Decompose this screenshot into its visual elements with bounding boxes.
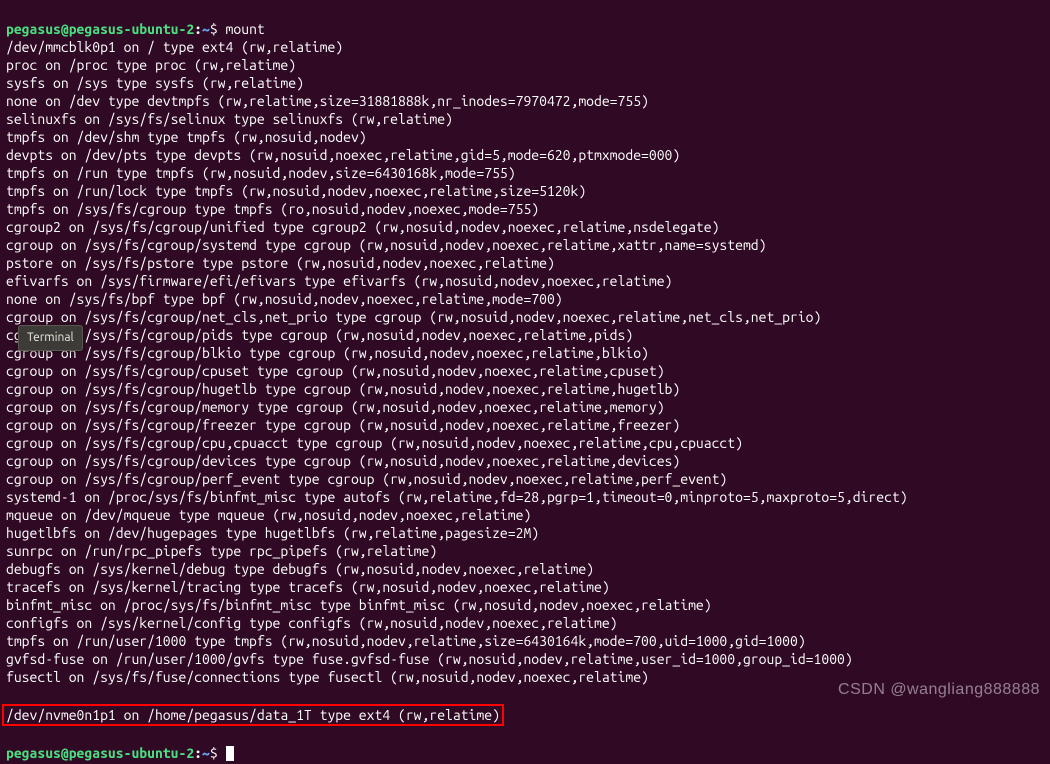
mount-line: proc on /proc type proc (rw,relatime) (6, 56, 1044, 74)
mount-line: cgroup on /sys/fs/cgroup/cpuset type cgr… (6, 362, 1044, 380)
prompt-separator: : (194, 745, 202, 761)
prompt-user-host: pegasus@pegasus-ubuntu-2 (6, 21, 194, 37)
mount-line: tmpfs on /run/lock type tmpfs (rw,nosuid… (6, 182, 1044, 200)
mount-line: none on /sys/fs/bpf type bpf (rw,nosuid,… (6, 290, 1044, 308)
prompt-line-2: pegasus@pegasus-ubuntu-2:~$ (6, 745, 234, 761)
mount-line: tmpfs on /run/user/1000 type tmpfs (rw,n… (6, 632, 1044, 650)
mount-line: cgroup on /sys/fs/cgroup/memory type cgr… (6, 398, 1044, 416)
mount-line: pstore on /sys/fs/pstore type pstore (rw… (6, 254, 1044, 272)
highlighted-mount-line: /dev/nvme0n1p1 on /home/pegasus/data_1T … (6, 704, 1044, 726)
mount-line: tmpfs on /dev/shm type tmpfs (rw,nosuid,… (6, 128, 1044, 146)
mount-line: cgroup on /sys/fs/cgroup/perf_event type… (6, 470, 1044, 488)
prompt-line-1: pegasus@pegasus-ubuntu-2:~$ mount (6, 21, 265, 37)
mount-line: cgroup on /sys/fs/cgroup/devices type cg… (6, 452, 1044, 470)
mount-line: cgroup on /sys/fs/cgroup/blkio type cgro… (6, 344, 1044, 362)
mount-line: gvfsd-fuse on /run/user/1000/gvfs type f… (6, 650, 1044, 668)
mount-line: sunrpc on /run/rpc_pipefs type rpc_pipef… (6, 542, 1044, 560)
mount-line: sysfs on /sys type sysfs (rw,relatime) (6, 74, 1044, 92)
mount-line: devpts on /dev/pts type devpts (rw,nosui… (6, 146, 1044, 164)
mount-line: debugfs on /sys/kernel/debug type debugf… (6, 560, 1044, 578)
mount-line: systemd-1 on /proc/sys/fs/binfmt_misc ty… (6, 488, 1044, 506)
cursor[interactable] (226, 746, 234, 761)
mount-line: efivarfs on /sys/firmware/efi/efivars ty… (6, 272, 1044, 290)
mount-line: /dev/mmcblk0p1 on / type ext4 (rw,relati… (6, 38, 1044, 56)
mount-line: cgroup on /sys/fs/cgroup/pids type cgrou… (6, 326, 1044, 344)
mount-line: cgroup on /sys/fs/cgroup/cpu,cpuacct typ… (6, 434, 1044, 452)
mount-line: mqueue on /dev/mqueue type mqueue (rw,no… (6, 506, 1044, 524)
prompt-user-host: pegasus@pegasus-ubuntu-2 (6, 745, 194, 761)
mount-line: cgroup on /sys/fs/cgroup/net_cls,net_pri… (6, 308, 1044, 326)
terminal-tooltip: Terminal (18, 325, 83, 351)
prompt-symbol: $ (210, 21, 218, 37)
mount-line: tmpfs on /sys/fs/cgroup type tmpfs (ro,n… (6, 200, 1044, 218)
mount-line: cgroup on /sys/fs/cgroup/systemd type cg… (6, 236, 1044, 254)
highlight-box: /dev/nvme0n1p1 on /home/pegasus/data_1T … (2, 704, 504, 726)
mount-line: selinuxfs on /sys/fs/selinux type selinu… (6, 110, 1044, 128)
mount-line: none on /dev type devtmpfs (rw,relatime,… (6, 92, 1044, 110)
mount-line: cgroup on /sys/fs/cgroup/freezer type cg… (6, 416, 1044, 434)
mount-line: configfs on /sys/kernel/config type conf… (6, 614, 1044, 632)
mount-line: hugetlbfs on /dev/hugepages type hugetlb… (6, 524, 1044, 542)
mount-line: binfmt_misc on /proc/sys/fs/binfmt_misc … (6, 596, 1044, 614)
mount-line: tmpfs on /run type tmpfs (rw,nosuid,node… (6, 164, 1044, 182)
mount-line: tracefs on /sys/kernel/tracing type trac… (6, 578, 1044, 596)
command-text: mount (226, 21, 265, 37)
terminal-output[interactable]: pegasus@pegasus-ubuntu-2:~$ mount /dev/m… (0, 0, 1050, 764)
prompt-path: ~ (202, 745, 210, 761)
mount-line: cgroup on /sys/fs/cgroup/hugetlb type cg… (6, 380, 1044, 398)
prompt-separator: : (194, 21, 202, 37)
mount-line: cgroup2 on /sys/fs/cgroup/unified type c… (6, 218, 1044, 236)
prompt-symbol: $ (210, 745, 218, 761)
watermark-text: CSDN @wangliang888888 (838, 681, 1040, 699)
prompt-path: ~ (202, 21, 210, 37)
mount-output-block: /dev/mmcblk0p1 on / type ext4 (rw,relati… (6, 38, 1044, 686)
